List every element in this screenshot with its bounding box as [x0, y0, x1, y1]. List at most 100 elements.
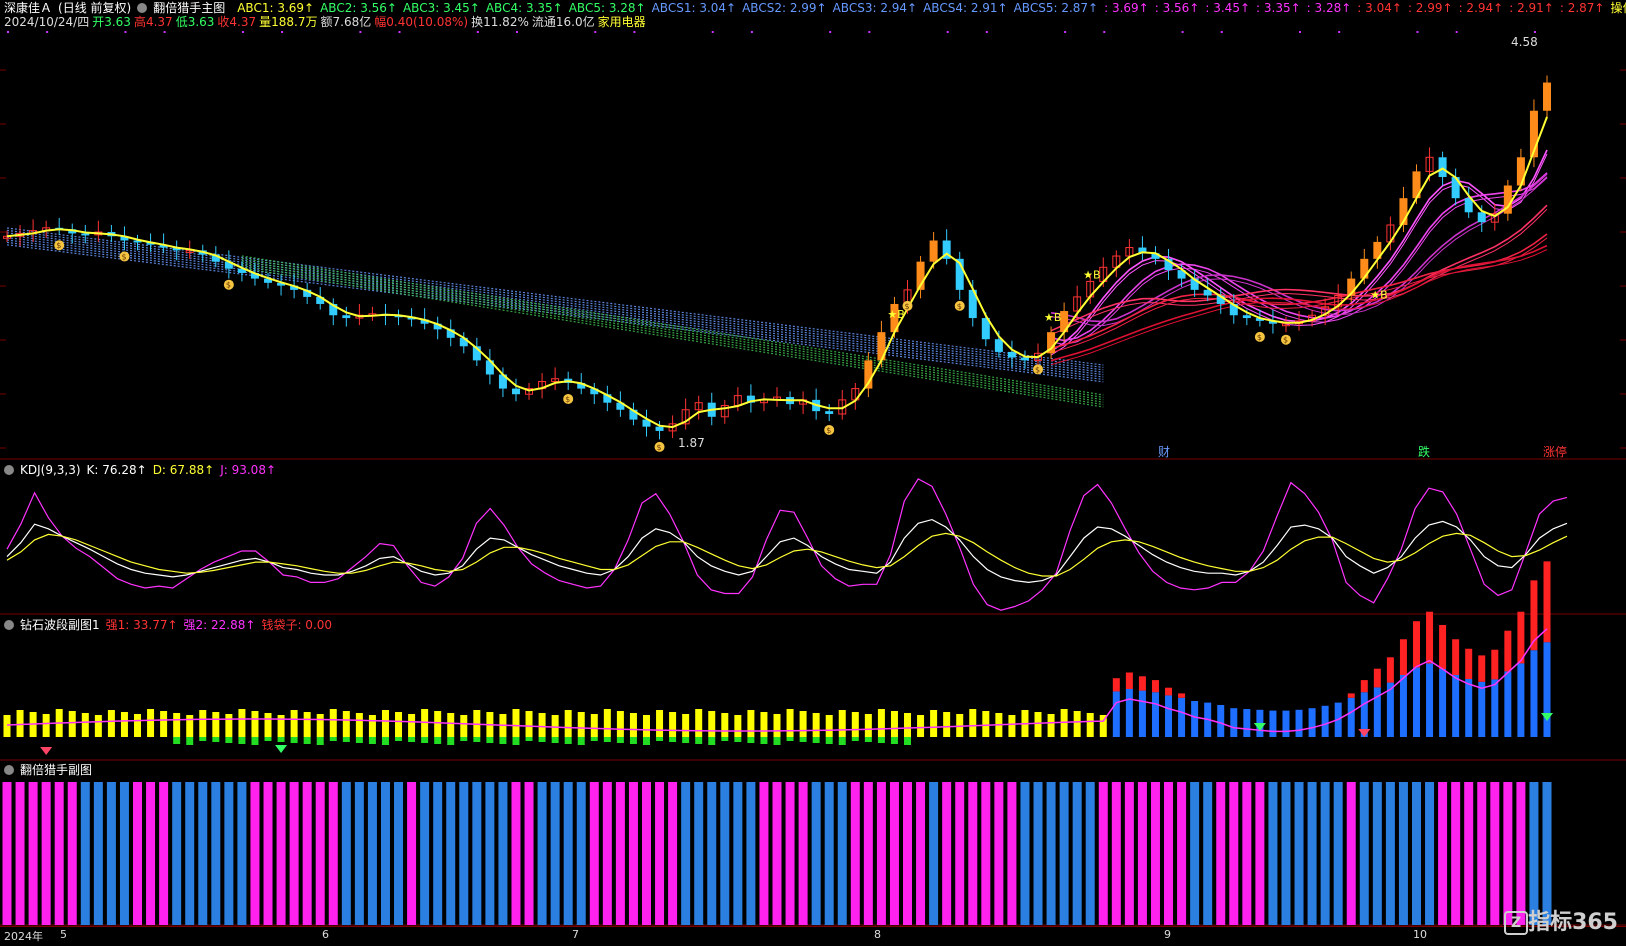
collapse-circle-icon[interactable] [4, 465, 14, 475]
diamond-bar [225, 714, 232, 737]
diamond-bar [1439, 669, 1446, 737]
diamond-bar [852, 737, 859, 741]
diamond-bar [1374, 669, 1381, 688]
diamond-bar [630, 713, 637, 737]
diamond-bar [604, 709, 611, 737]
diamond-bar [1426, 663, 1433, 737]
buy-signal-label: ★B [1044, 311, 1061, 324]
hunter-bar [29, 782, 38, 925]
candle-body [930, 241, 938, 262]
diamond-bar [225, 737, 232, 743]
diamond-bar [1074, 711, 1081, 737]
diamond-bar [1035, 712, 1042, 737]
kdj-j-value: J: 93.08↑ [220, 463, 276, 477]
diamond-bar [1230, 708, 1237, 737]
diamond-bar [591, 714, 598, 737]
diamond-bar [1008, 715, 1015, 737]
diamond-bar [486, 737, 493, 743]
diamond-bar [1400, 675, 1407, 737]
ribbon-line [242, 263, 1103, 402]
diamond-bar [1400, 639, 1407, 675]
ribbon-line [7, 233, 1103, 370]
diamond-bar [1452, 639, 1459, 675]
hunter-sub-title[interactable]: 翻倍猎手副图 [20, 763, 92, 777]
money-bag-icon: $ [54, 240, 64, 250]
diamond-bar [173, 737, 180, 744]
collapse-circle-icon[interactable] [4, 765, 14, 775]
hunter-bar [825, 782, 834, 925]
hunter-bar [1138, 782, 1147, 925]
diamond-bar [917, 715, 924, 737]
diamond-bar [774, 737, 781, 745]
hunter-bar [1386, 782, 1395, 925]
diamond-line [7, 629, 1547, 732]
hunter-bar [746, 782, 755, 925]
diamond-bar [421, 737, 428, 743]
diamond-bar [69, 711, 76, 737]
signal-dot [1534, 31, 1536, 33]
diamond-bar [956, 714, 963, 737]
diamond-bar [1048, 714, 1055, 737]
hunter-bar [472, 782, 481, 925]
diamond-bar [1113, 691, 1120, 737]
hunter-bar [342, 782, 351, 925]
diamond-bar [160, 711, 167, 737]
signal-dot [751, 31, 753, 33]
hunter-bar [250, 782, 259, 925]
diamond-bar [1465, 649, 1472, 679]
money-bag-icon: $ [563, 394, 573, 404]
candle-body [342, 315, 350, 318]
collapse-circle-icon[interactable] [4, 620, 14, 630]
hunter-bar [1203, 782, 1212, 925]
candle-body [1439, 157, 1447, 177]
diamond-bar [1413, 621, 1420, 667]
diamond-bar [395, 712, 402, 737]
candle-body [1478, 212, 1486, 222]
diamond-bar [695, 709, 702, 737]
hunter-bar [642, 782, 651, 925]
money-bag-icon: $ [955, 301, 965, 311]
diamond-bar [682, 714, 689, 737]
diamond-q2-value: 强2: 22.88↑ [184, 618, 256, 632]
kdj-k-value: K: 76.28↑ [87, 463, 147, 477]
diamond-bar [1387, 683, 1394, 737]
diamond-bar [408, 714, 415, 737]
ribbon-line [7, 235, 1103, 372]
signal-dot [399, 31, 401, 33]
signal-dot [1456, 31, 1458, 33]
signal-dot [164, 31, 166, 33]
diamond-bar [1269, 711, 1276, 737]
diamond-bag-value: 钱袋子: 0.00 [261, 618, 332, 632]
diamond-bar [304, 712, 311, 737]
kdj-title[interactable]: KDJ(9,3,3) [20, 463, 81, 477]
hunter-bar [3, 782, 12, 925]
diamond-bar [969, 709, 976, 737]
diamond-bar [1426, 612, 1433, 664]
event-label: 跌 [1418, 444, 1430, 459]
diamond-bar [565, 710, 572, 737]
diamond-bar [1139, 691, 1146, 737]
hunter-bar [786, 782, 795, 925]
x-axis: 2024年 5678910 [0, 926, 1626, 946]
diamond-bar [1113, 678, 1120, 691]
hunter-bar [1086, 782, 1095, 925]
low-price-label: 1.87 [678, 436, 705, 450]
diamond-bar [460, 715, 467, 737]
hunter-bar [1020, 782, 1029, 925]
diamond-bar [800, 737, 807, 742]
signal-dot [124, 31, 126, 33]
money-bag-icon: $ [826, 426, 831, 435]
diamond-bar [473, 737, 480, 742]
diamond-bar [852, 712, 859, 737]
diamond-bar [721, 713, 728, 737]
diamond-bar [499, 737, 506, 744]
signal-dot [829, 31, 831, 33]
diamond-bar [30, 712, 37, 737]
main-candlestick-chart[interactable]: $$$$$$$$$$$★B★B★B★B财跌涨停 [0, 0, 1626, 460]
hunter-bar [1347, 782, 1356, 925]
hunter-bar [107, 782, 116, 925]
diamond-bar [643, 737, 650, 745]
diamond-title[interactable]: 钻石波段副图1 [20, 618, 100, 632]
diamond-bar [1087, 713, 1094, 737]
diamond-bar [878, 709, 885, 737]
